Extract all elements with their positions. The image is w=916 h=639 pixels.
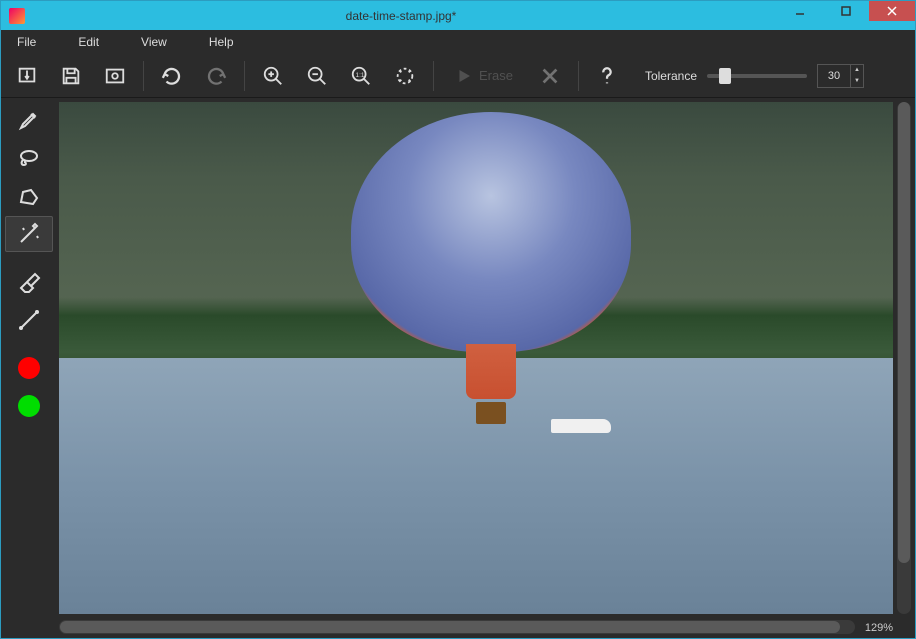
redo-button[interactable] (196, 58, 236, 94)
spacer (5, 254, 55, 262)
tool-sidebar (1, 98, 59, 638)
zoom-fit-button[interactable] (385, 58, 425, 94)
app-window: date-time-stamp.jpg* File Edit View Help… (0, 0, 916, 639)
play-icon (455, 67, 473, 85)
window-title: date-time-stamp.jpg* (25, 9, 777, 23)
tolerance-value[interactable]: 30 (818, 65, 850, 87)
toolbar: 1:1 Erase Tolerance 30 ▲ ▼ (1, 54, 915, 98)
menu-edit[interactable]: Edit (78, 35, 99, 49)
menu-file[interactable]: File (17, 35, 36, 49)
separator (433, 61, 434, 91)
cancel-button[interactable] (530, 58, 570, 94)
menu-view[interactable]: View (141, 35, 167, 49)
color-swatch-red (18, 357, 40, 379)
canvas-viewport[interactable] (59, 102, 893, 614)
polygon-tool[interactable] (5, 178, 53, 214)
separator (143, 61, 144, 91)
line-tool[interactable] (5, 302, 53, 338)
zoom-out-button[interactable] (297, 58, 337, 94)
eraser-tool[interactable] (5, 264, 53, 300)
zoom-in-button[interactable] (253, 58, 293, 94)
canvas-area: 129% (59, 98, 915, 638)
tolerance-label: Tolerance (645, 69, 697, 83)
spinner-up-button[interactable]: ▲ (851, 65, 863, 76)
titlebar: date-time-stamp.jpg* (1, 1, 915, 30)
help-button[interactable] (587, 58, 627, 94)
image-content (59, 102, 893, 614)
menu-help[interactable]: Help (209, 35, 234, 49)
minimize-button[interactable] (777, 1, 823, 21)
erase-button[interactable]: Erase (442, 58, 526, 94)
horizontal-scrollbar[interactable] (59, 620, 855, 634)
color-swatch-green (18, 395, 40, 417)
separator (244, 61, 245, 91)
foreground-color[interactable] (5, 350, 53, 386)
preview-button[interactable] (95, 58, 135, 94)
scrollbar-thumb[interactable] (898, 102, 910, 563)
separator (578, 61, 579, 91)
maximize-button[interactable] (823, 1, 869, 21)
image-balloon (351, 112, 631, 442)
spinner-down-button[interactable]: ▼ (851, 76, 863, 87)
slider-thumb[interactable] (719, 68, 731, 84)
spacer (5, 340, 55, 348)
app-icon (9, 8, 25, 24)
zoom-level: 129% (865, 622, 893, 634)
background-color[interactable] (5, 388, 53, 424)
image-boat (551, 419, 611, 433)
undo-button[interactable] (152, 58, 192, 94)
zoom-actual-button[interactable]: 1:1 (341, 58, 381, 94)
content-area: 129% (1, 98, 915, 638)
lasso-tool[interactable] (5, 140, 53, 176)
save-button[interactable] (51, 58, 91, 94)
scrollbar-thumb[interactable] (60, 621, 840, 633)
tolerance-slider[interactable] (707, 74, 807, 78)
marker-tool[interactable] (5, 102, 53, 138)
close-button[interactable] (869, 1, 915, 21)
svg-text:1:1: 1:1 (356, 71, 365, 78)
magic-wand-tool[interactable] (5, 216, 53, 252)
tolerance-spinner: 30 ▲ ▼ (817, 64, 864, 88)
erase-label: Erase (479, 68, 513, 83)
menubar: File Edit View Help (1, 30, 915, 54)
tolerance-control: Tolerance 30 ▲ ▼ (645, 64, 864, 88)
open-button[interactable] (7, 58, 47, 94)
vertical-scrollbar[interactable] (897, 102, 911, 614)
app-body: File Edit View Help 1:1 Erase (1, 30, 915, 638)
